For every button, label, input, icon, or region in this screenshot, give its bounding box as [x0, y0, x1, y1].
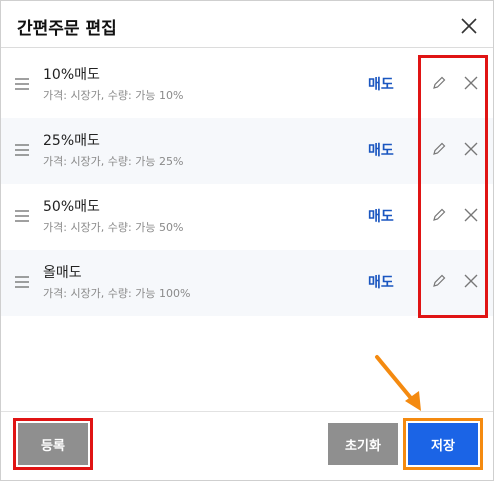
order-description: 가격: 시장가, 수량: 가능 50% [43, 221, 184, 234]
drag-handle-icon[interactable] [15, 276, 29, 288]
close-icon[interactable] [459, 16, 479, 36]
drag-handle-icon[interactable] [15, 144, 29, 156]
save-highlight-box [403, 418, 483, 470]
order-side: 매도 [368, 77, 394, 93]
order-name: 올매도 [43, 265, 82, 281]
reset-button[interactable]: 초기화 [328, 423, 398, 465]
order-side: 매도 [368, 209, 394, 225]
dialog-title: 간편주문 편집 [17, 19, 117, 39]
order-side: 매도 [368, 143, 394, 159]
drag-handle-icon[interactable] [15, 78, 29, 90]
register-highlight-box [13, 418, 93, 470]
order-name: 25%매도 [43, 133, 100, 149]
order-side: 매도 [368, 275, 394, 291]
order-name: 50%매도 [43, 199, 100, 215]
arrow-annotation-icon [375, 355, 421, 411]
order-description: 가격: 시장가, 수량: 가능 10% [43, 89, 184, 102]
order-description: 가격: 시장가, 수량: 가능 100% [43, 287, 191, 300]
drag-handle-icon[interactable] [15, 210, 29, 222]
actions-highlight-box [418, 55, 488, 318]
order-edit-dialog: 간편주문 편집 10%매도 가격: 시장가, 수량: 가능 10% 매도 25%… [0, 0, 494, 481]
dialog-header: 간편주문 편집 [1, 1, 493, 48]
order-name: 10%매도 [43, 67, 100, 83]
order-description: 가격: 시장가, 수량: 가능 25% [43, 155, 184, 168]
